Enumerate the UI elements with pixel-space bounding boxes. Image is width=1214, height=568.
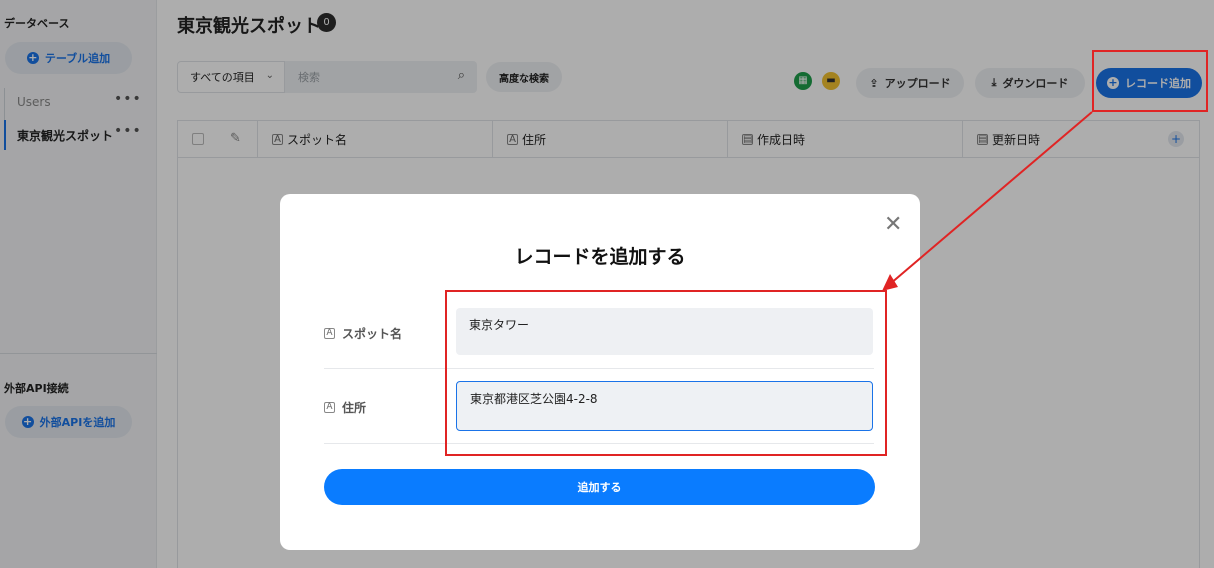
annotation-arrow (882, 111, 1093, 291)
